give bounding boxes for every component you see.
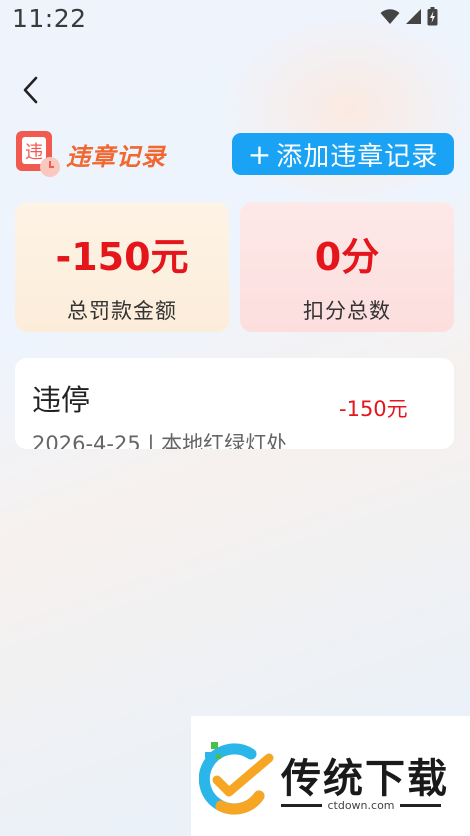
total-points-label: 扣分总数 [303,299,391,323]
wifi-icon [380,8,400,24]
signal-icon [406,9,421,24]
battery-icon [427,7,438,26]
status-icons [380,7,438,26]
total-fine-label: 总罚款金额 [67,299,177,323]
plus-icon: + [247,137,273,171]
total-fine-value: -150元 [55,235,189,279]
watermark-url: ctdown.com [327,799,395,812]
add-violation-button[interactable]: + 添加违章记录 [232,133,454,175]
watermark-logo-icon [198,740,275,816]
record-amount: -150元 [339,397,408,421]
logo-char: 违 [25,142,43,163]
background-glow [220,10,470,210]
page-title: 违章记录 [66,143,166,171]
watermark: 传统下载 ctdown.com [191,716,470,836]
total-points-value: 0分 [314,235,380,279]
record-type: 违停 [32,383,91,417]
chevron-left-icon [23,76,38,104]
watermark-divider [281,804,323,807]
watermark-divider [399,804,441,807]
back-button[interactable] [14,72,46,108]
total-fine-card: -150元 总罚款金额 [15,202,229,332]
record-meta: 2026-4-25 | 本地红绿灯处 [32,432,288,449]
status-time: 11:22 [12,4,87,33]
watermark-url-row: ctdown.com [281,799,441,812]
total-points-card: 0分 扣分总数 [240,202,454,332]
add-violation-label: 添加违章记录 [276,141,439,172]
violation-logo-icon: 违 [15,130,61,178]
watermark-title: 传统下载 [281,756,449,802]
status-bar: 11:22 [0,0,470,40]
violation-record-item[interactable]: 违停 -150元 2026-4-25 | 本地红绿灯处 [15,358,454,449]
